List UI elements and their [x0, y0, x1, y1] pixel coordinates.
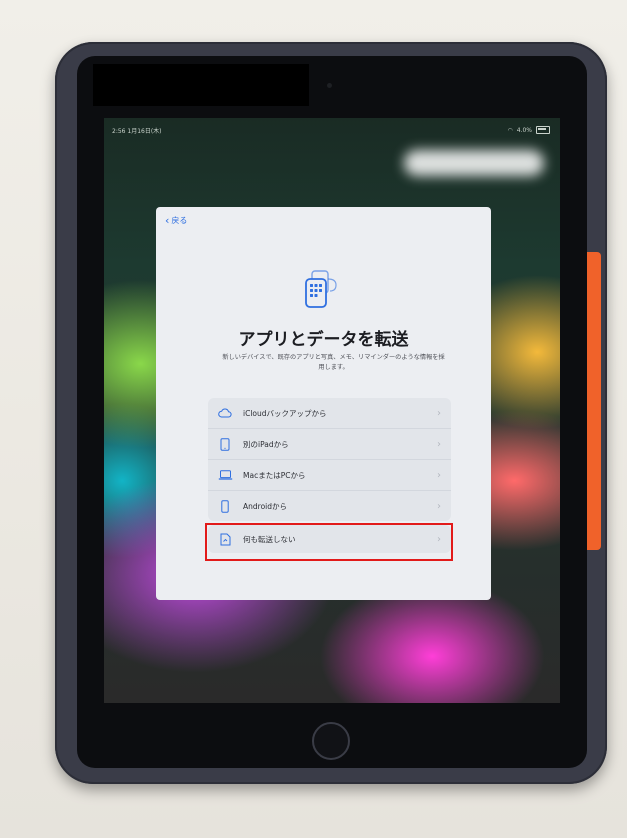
redaction-box — [93, 64, 309, 106]
page-title: アプリとデータを転送 — [238, 330, 409, 350]
chevron-right-icon: › — [437, 438, 441, 450]
back-label: 戻る — [171, 216, 188, 225]
home-button[interactable] — [312, 722, 350, 760]
page-subtitle: 新しいデバイスで、既存のアプリと写真、メモ、リマインダーのような情報を採用します… — [222, 354, 445, 371]
battery-icon — [536, 126, 550, 134]
option-android[interactable]: Androidから › — [208, 491, 451, 521]
option-label: 別のiPadから — [243, 439, 289, 449]
cloud-icon — [217, 405, 233, 421]
option-another-ipad[interactable]: 別のiPadから › — [208, 429, 451, 460]
option-label: Androidから — [243, 501, 287, 511]
screen-glare — [404, 150, 544, 176]
option-label: MacまたはPCから — [243, 470, 306, 480]
back-button[interactable]: ‹ 戻る — [165, 215, 187, 226]
option-mac-or-pc[interactable]: MacまたはPCから › — [208, 460, 451, 491]
chevron-right-icon: › — [437, 500, 441, 512]
laptop-icon — [217, 467, 233, 483]
chevron-right-icon: › — [437, 407, 441, 419]
front-camera — [327, 83, 332, 88]
ipad-screen: 2:56 1月16日(木) ◠ 4.0% ‹ 戻る アプリとデータを転送 新しい… — [104, 118, 560, 703]
status-time-date: 2:56 1月16日(木) — [112, 127, 162, 135]
transfer-options-list: iCloudバックアップから › 別のiPadから › MacまたはPCから › — [208, 398, 451, 521]
red-highlight-box — [205, 523, 453, 561]
ipad-icon — [217, 436, 233, 452]
status-right: ◠ 4.0% — [507, 126, 550, 134]
transfer-devices-icon — [305, 270, 337, 308]
phone-icon — [217, 498, 233, 514]
battery-percent: 4.0% — [516, 126, 532, 134]
option-icloud-backup[interactable]: iCloudバックアップから › — [208, 398, 451, 429]
status-bar: 2:56 1月16日(木) ◠ 4.0% — [112, 124, 550, 136]
chevron-right-icon: › — [437, 469, 441, 481]
wifi-icon: ◠ — [507, 126, 513, 134]
option-label: iCloudバックアップから — [243, 408, 327, 418]
chevron-left-icon: ‹ — [165, 214, 170, 227]
